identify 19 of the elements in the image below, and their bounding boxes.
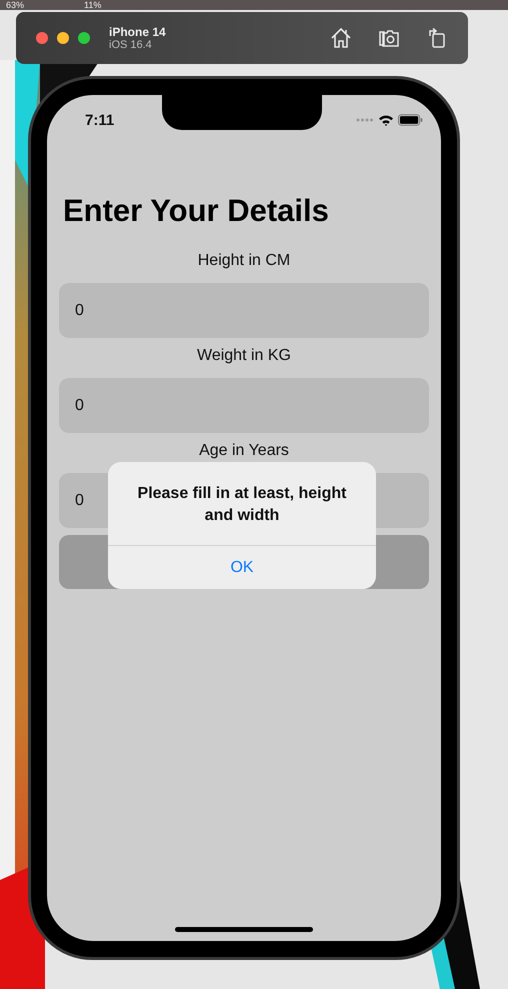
status-time: 7:11 <box>85 112 114 128</box>
device-name: iPhone 14 <box>109 25 166 39</box>
field-label: Age in Years <box>198 441 290 461</box>
home-icon[interactable] <box>330 27 352 49</box>
field-label: Height in CM <box>196 251 292 271</box>
battery-icon <box>398 114 423 126</box>
minimize-button[interactable] <box>57 32 69 44</box>
os-version: iOS 16.4 <box>109 39 153 51</box>
signal-icon <box>356 118 374 122</box>
wifi-icon <box>378 114 394 126</box>
field-label: Weight in KG <box>196 346 292 366</box>
input-field[interactable]: 0 <box>59 283 429 338</box>
menu-bar-status: 63% <box>6 0 24 10</box>
input-field[interactable]: 0 <box>59 378 429 433</box>
zoom-button[interactable] <box>78 32 90 44</box>
close-button[interactable] <box>36 32 48 44</box>
alert-message: Please fill in at least, height and width <box>108 462 376 546</box>
menu-bar-status: 11% <box>84 0 102 10</box>
page-title: Enter Your Details <box>63 193 330 229</box>
